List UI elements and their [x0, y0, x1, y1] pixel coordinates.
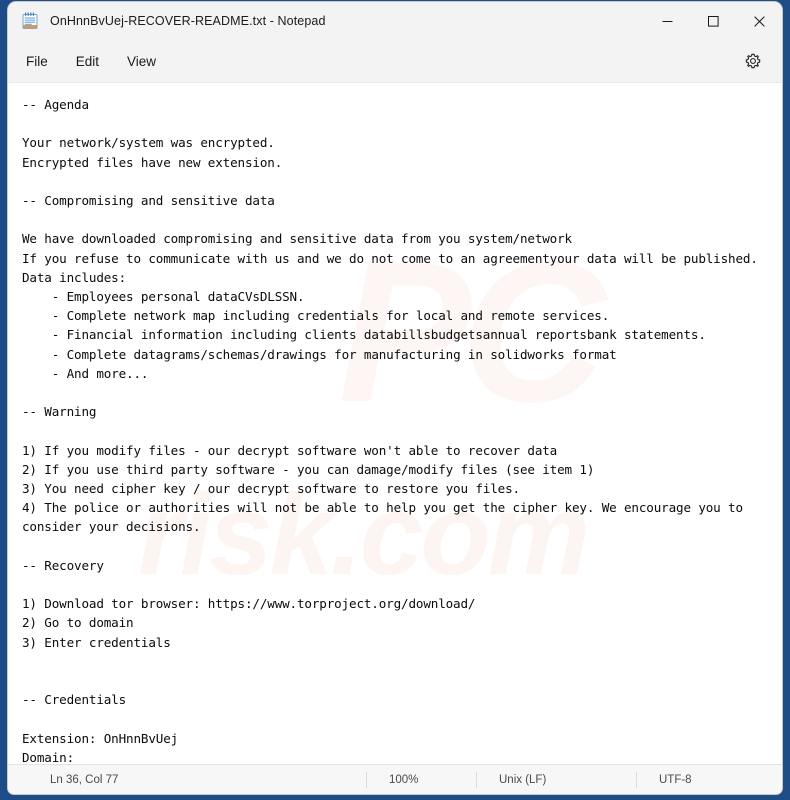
status-bar: Ln 36, Col 77 100% Unix (LF) UTF-8	[8, 764, 782, 794]
window-controls	[644, 2, 782, 40]
maximize-button[interactable]	[690, 2, 736, 40]
close-icon	[753, 15, 765, 27]
maximize-icon	[707, 15, 719, 27]
menu-view[interactable]: View	[115, 49, 168, 74]
settings-button[interactable]	[738, 46, 768, 76]
document-text[interactable]: -- Agenda Your network/system was encryp…	[8, 83, 782, 764]
minimize-icon	[662, 20, 672, 22]
gear-icon	[745, 53, 761, 69]
document-body: -- Agenda Your network/system was encryp…	[22, 97, 758, 764]
status-encoding[interactable]: UTF-8	[636, 771, 776, 788]
notepad-icon	[22, 12, 38, 30]
notepad-window: OnHnnBvUej-RECOVER-README.txt - Notepad	[8, 2, 782, 794]
status-zoom-level[interactable]: 100%	[366, 771, 476, 788]
menu-bar: File Edit View	[8, 40, 782, 82]
window-title: OnHnnBvUej-RECOVER-README.txt - Notepad	[50, 14, 326, 28]
status-line-ending[interactable]: Unix (LF)	[476, 771, 636, 788]
menu-edit[interactable]: Edit	[64, 49, 111, 74]
title-bar[interactable]: OnHnnBvUej-RECOVER-README.txt - Notepad	[8, 2, 782, 40]
text-editor-area[interactable]: PC risk.com -- Agenda Your network/syste…	[8, 82, 782, 764]
minimize-button[interactable]	[644, 2, 690, 40]
menu-file[interactable]: File	[14, 49, 60, 74]
status-cursor-position: Ln 36, Col 77	[50, 773, 119, 786]
close-button[interactable]	[736, 2, 782, 40]
